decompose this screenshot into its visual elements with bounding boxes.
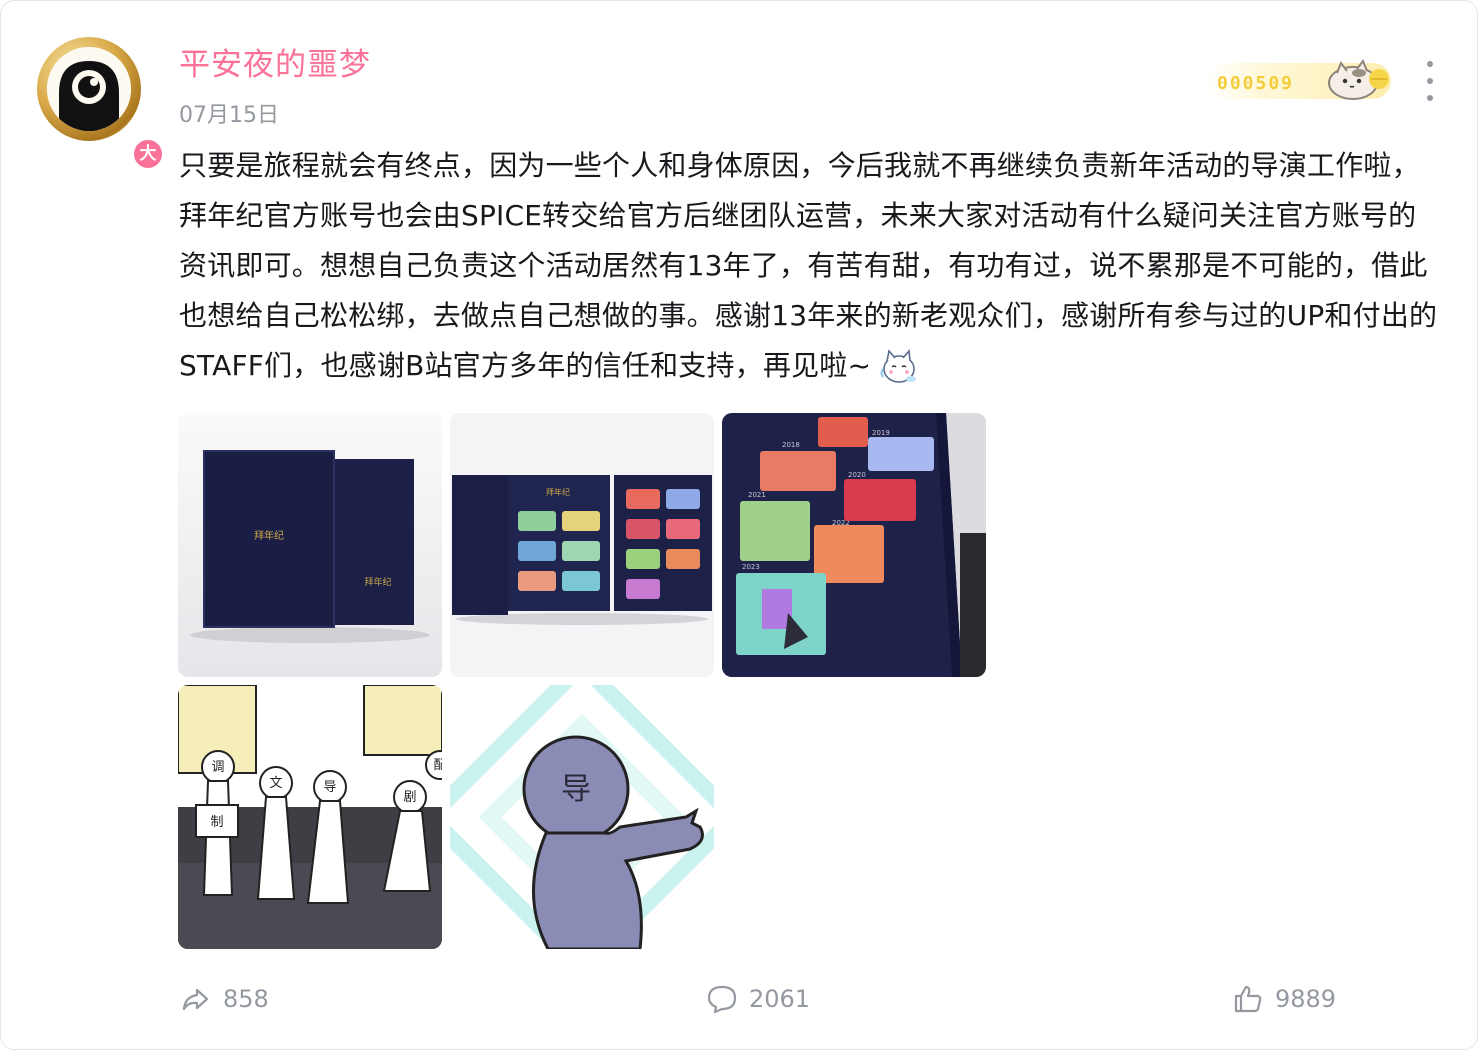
post-card: 大 平安夜的噩梦 07月15日 000509 只要是旅程就会有终点，因为一些个人… [0,0,1478,1050]
post-image-2[interactable]: 拜年纪 [450,413,714,677]
post-content: 只要是旅程就会有终点，因为一些个人和身体原因，今后我就不再继续负责新年活动的导演… [179,141,1443,391]
publish-date: 07月15日 [179,103,279,128]
year-label-3: 2020 [848,471,866,479]
fan-card-badge[interactable]: 000509 [1207,53,1391,103]
year-label-4: 2021 [748,491,766,499]
share-icon [182,988,209,1011]
big-member-badge: 大 [131,137,165,171]
post-image-5[interactable]: 导 [450,685,714,949]
cat-sticker-icon [877,343,921,387]
comment-icon [707,985,737,1014]
avatar-image [47,47,131,131]
like-action[interactable]: 9889 [1231,981,1336,1017]
char-dao: 导 [323,779,336,794]
year-label-2: 2019 [872,429,890,437]
like-count: 9889 [1275,985,1337,1013]
author-name[interactable]: 平安夜的噩梦 [179,39,371,84]
post-image-3[interactable]: 2018 2019 2020 2021 2022 2023 [722,413,986,677]
box-logo-text: 拜年纪 [254,529,284,542]
box-inner-logo: 拜年纪 [546,487,570,497]
comment-count: 2061 [749,985,811,1013]
char-ju: 剧 [403,789,416,804]
year-label-1: 2018 [782,441,800,449]
char-tiao: 调 [211,759,224,774]
fan-number: 000509 [1217,73,1295,94]
hamster-mascot-icon [1323,53,1393,103]
share-action[interactable]: 858 [179,981,269,1017]
thumbs-up-icon [1234,985,1262,1013]
post-text: 只要是旅程就会有终点，因为一些个人和身体原因，今后我就不再继续负责新年活动的导演… [179,149,1438,382]
post-image-1[interactable]: 拜年纪 拜年纪 [178,413,442,677]
char-dao-big: 导 [561,773,591,806]
year-label-6: 2023 [742,563,760,571]
char-zhi: 制 [210,814,223,829]
post-image-4[interactable]: 调 文 导 剧 制 配 [178,685,442,949]
char-pei: 配 [433,757,442,772]
author-avatar[interactable]: 大 [37,37,165,171]
comment-action[interactable]: 2061 [705,981,810,1017]
box-logo-text-2: 拜年纪 [364,576,391,587]
share-count: 858 [223,985,269,1013]
char-wen: 文 [269,775,282,790]
more-options-icon[interactable] [1415,61,1445,101]
